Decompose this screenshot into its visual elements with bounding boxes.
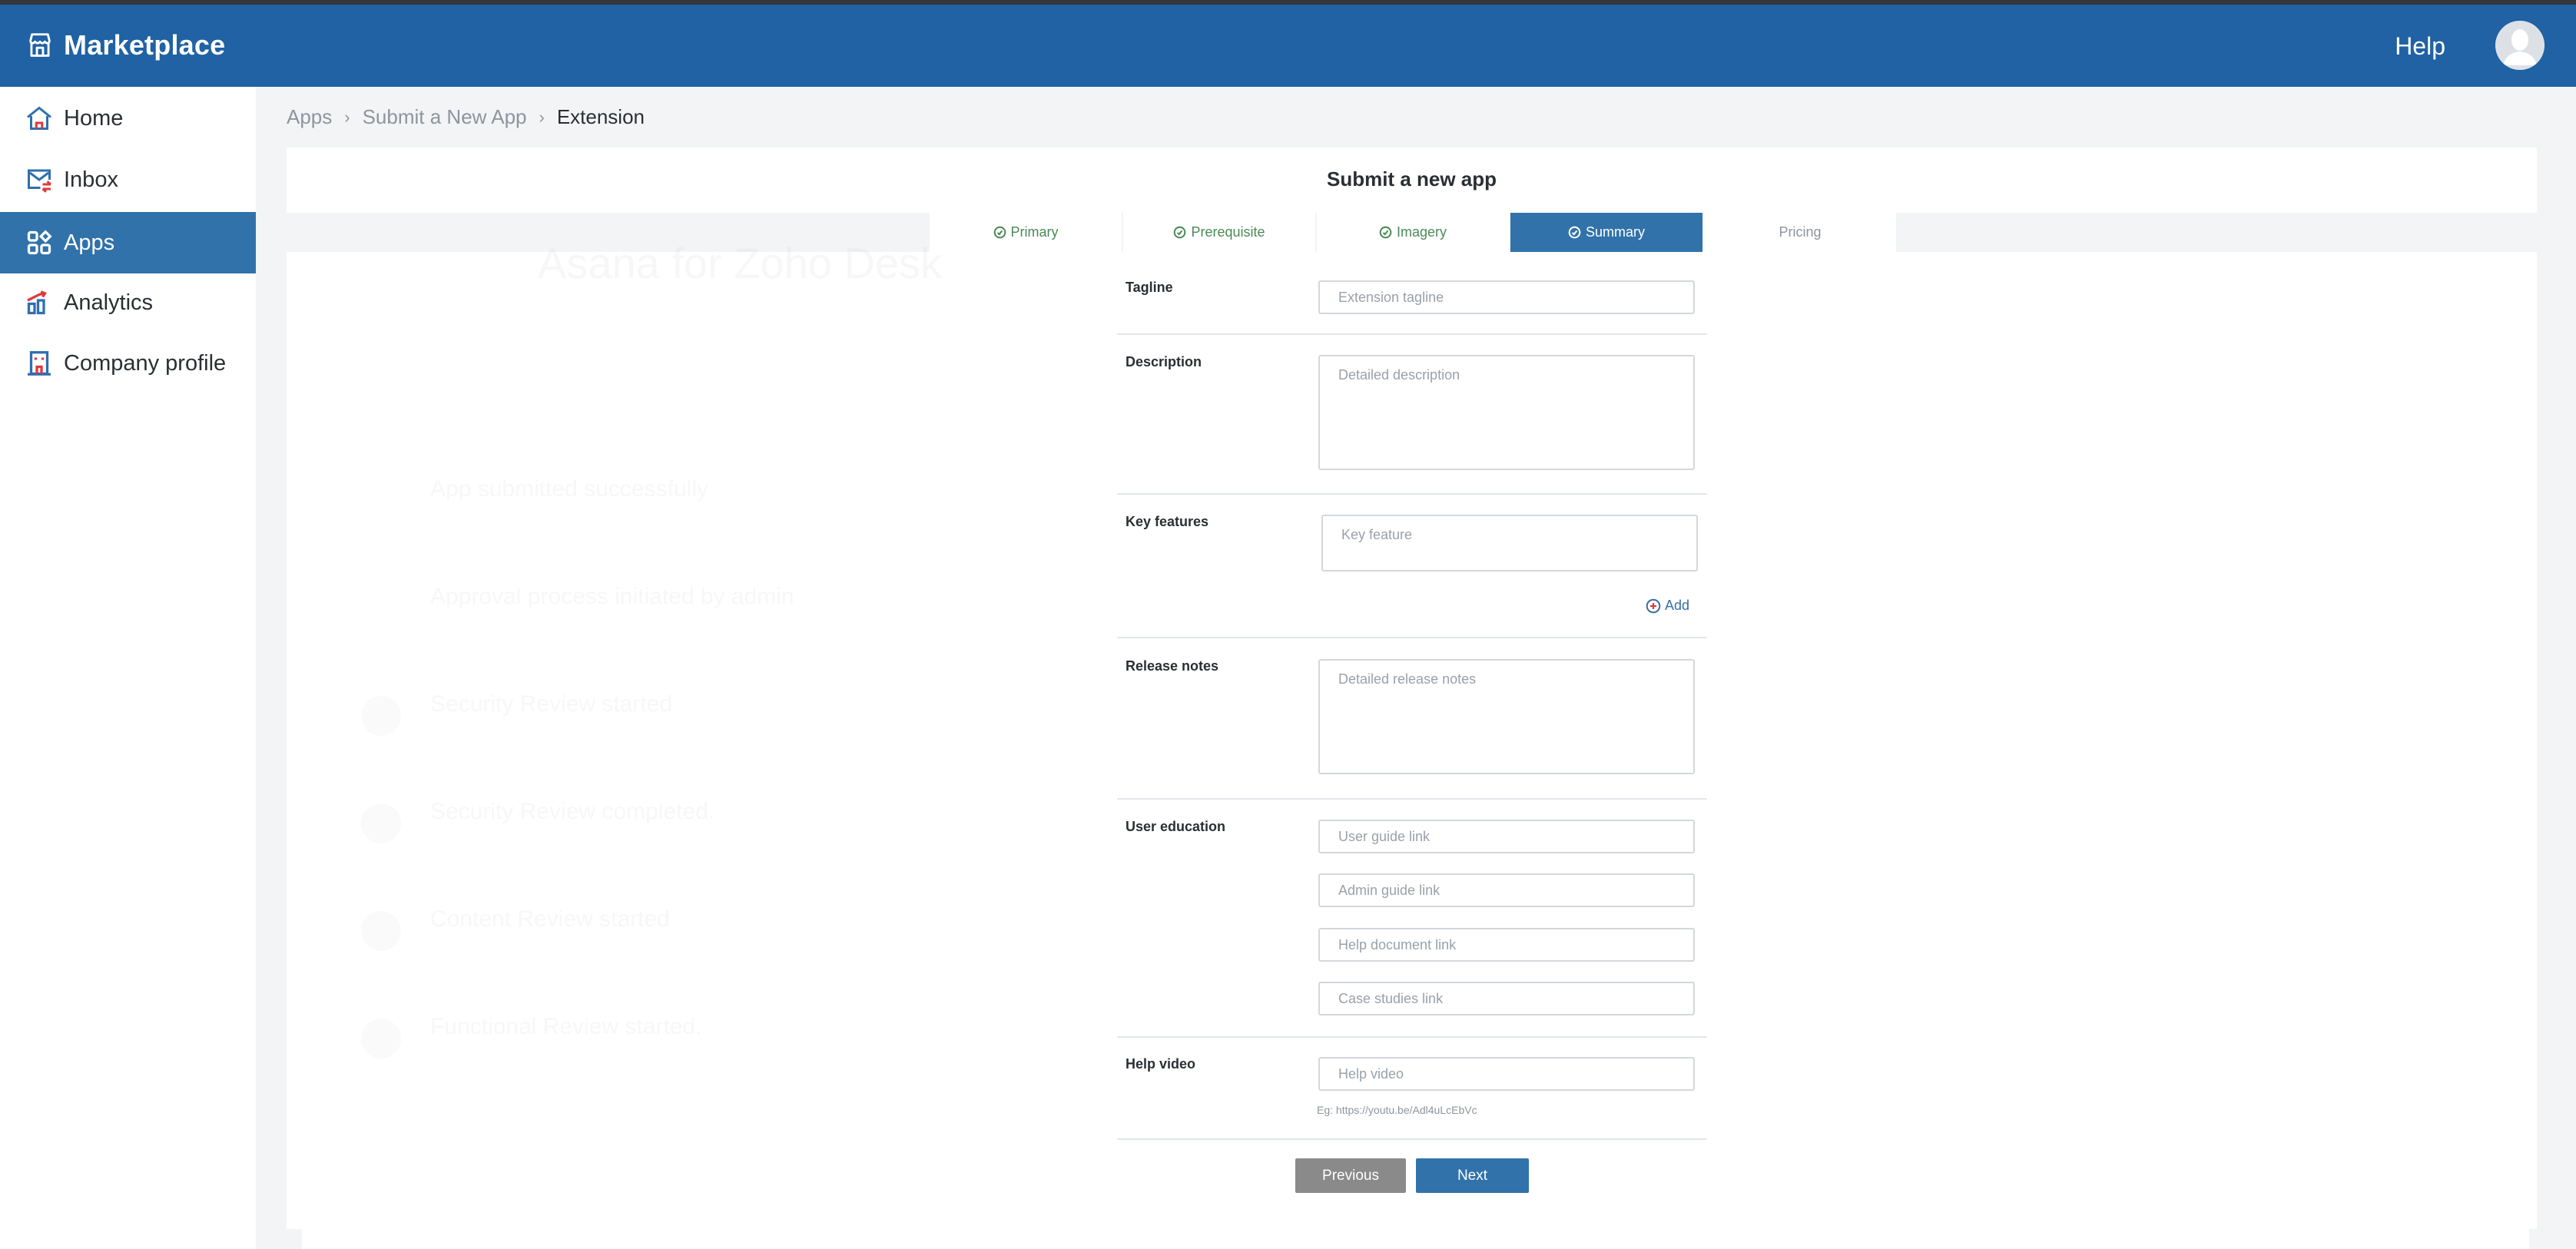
tab-imagery[interactable]: Imagery (1317, 213, 1510, 252)
ghost-status-icon (361, 696, 401, 736)
add-label: Add (1665, 598, 1690, 613)
section-divider (1117, 493, 1707, 495)
sidebar-item-label: Analytics (64, 290, 154, 315)
main-card-footer (302, 1229, 2529, 1249)
company-icon (25, 350, 53, 377)
ghost-status-icon (361, 911, 401, 951)
analytics-icon (25, 289, 53, 316)
inbox-icon (25, 166, 53, 194)
chevron-right-icon: › (344, 107, 350, 127)
store-icon (28, 33, 51, 57)
brand-logo[interactable]: Marketplace (25, 28, 225, 63)
check-circle-icon (1379, 226, 1392, 239)
sidebar-item-inbox[interactable]: Inbox (0, 149, 256, 210)
sidebar-item-apps[interactable]: Apps (0, 212, 256, 273)
help-video-hint: Eg: https://youtu.be/Adl4uLcEbVc (1317, 1104, 1477, 1116)
user-guide-link-input[interactable] (1318, 820, 1695, 853)
breadcrumb: Apps › Submit a New App › Extension (287, 105, 645, 129)
ghost-status-icon (361, 803, 401, 843)
key-features-label: Key features (1126, 514, 1209, 529)
app-header: Marketplace Help (0, 5, 2576, 87)
section-divider (1117, 1138, 1707, 1140)
release-notes-label: Release notes (1126, 658, 1219, 674)
sidebar-item-label: Company profile (64, 350, 227, 376)
title-card: Submit a new app (287, 147, 2537, 213)
user-education-label: User education (1126, 819, 1226, 834)
tab-pricing[interactable]: Pricing (1704, 213, 1898, 252)
sidebar-item-analytics[interactable]: Analytics (0, 272, 256, 333)
wizard-tabs: Primary Prerequisite Imagery Summary Pri… (930, 213, 1898, 252)
home-icon (25, 104, 53, 132)
description-label: Description (1126, 354, 1202, 369)
case-studies-link-input[interactable] (1318, 982, 1695, 1015)
page-title: Submit a new app (1326, 167, 1497, 190)
help-document-link-input[interactable] (1318, 928, 1695, 962)
sidebar-item-home[interactable]: Home (0, 88, 256, 149)
tab-summary[interactable]: Summary (1510, 213, 1704, 252)
key-feature-input[interactable] (1321, 515, 1698, 571)
check-circle-icon (993, 226, 1006, 239)
sidebar: Home Inbox Apps Analytics Company profil… (0, 87, 256, 1249)
tab-label: Prerequisite (1191, 224, 1265, 240)
tagline-label: Tagline (1126, 280, 1173, 295)
apps-icon (25, 229, 53, 257)
sidebar-item-company-profile[interactable]: Company profile (0, 333, 256, 394)
ghost-status-icon (361, 1019, 401, 1059)
help-link[interactable]: Help (2395, 32, 2445, 61)
section-divider (1117, 1036, 1707, 1038)
section-divider (1117, 333, 1707, 335)
breadcrumb-apps[interactable]: Apps (287, 105, 332, 129)
add-circle-icon (1646, 598, 1661, 613)
sidebar-item-label: Inbox (64, 167, 118, 192)
next-button[interactable]: Next (1416, 1158, 1529, 1193)
breadcrumb-submit-new-app[interactable]: Submit a New App (363, 105, 527, 129)
admin-guide-link-input[interactable] (1318, 873, 1695, 907)
add-key-feature-button[interactable]: Add (1646, 598, 1689, 614)
sidebar-item-label: Apps (64, 230, 115, 255)
help-video-input[interactable] (1318, 1057, 1695, 1091)
check-circle-icon (1568, 226, 1581, 239)
section-divider (1117, 637, 1707, 638)
user-silhouette-icon (2495, 21, 2545, 70)
sidebar-item-label: Home (64, 105, 124, 131)
tab-label: Summary (1585, 224, 1645, 240)
tab-primary[interactable]: Primary (930, 213, 1123, 252)
tab-label: Pricing (1779, 224, 1822, 240)
tab-label: Primary (1010, 224, 1059, 240)
help-video-label: Help video (1126, 1056, 1196, 1072)
tagline-input[interactable] (1318, 280, 1695, 314)
description-textarea[interactable] (1318, 355, 1695, 470)
tab-prerequisite[interactable]: Prerequisite (1123, 213, 1317, 252)
user-avatar[interactable] (2495, 21, 2545, 70)
tab-label: Imagery (1396, 224, 1447, 240)
chevron-right-icon: › (539, 107, 545, 127)
brand-name: Marketplace (64, 29, 226, 61)
check-circle-icon (1174, 226, 1186, 239)
section-divider (1117, 798, 1707, 800)
previous-button[interactable]: Previous (1295, 1158, 1406, 1193)
breadcrumb-extension: Extension (556, 105, 645, 128)
release-notes-textarea[interactable] (1318, 659, 1695, 774)
